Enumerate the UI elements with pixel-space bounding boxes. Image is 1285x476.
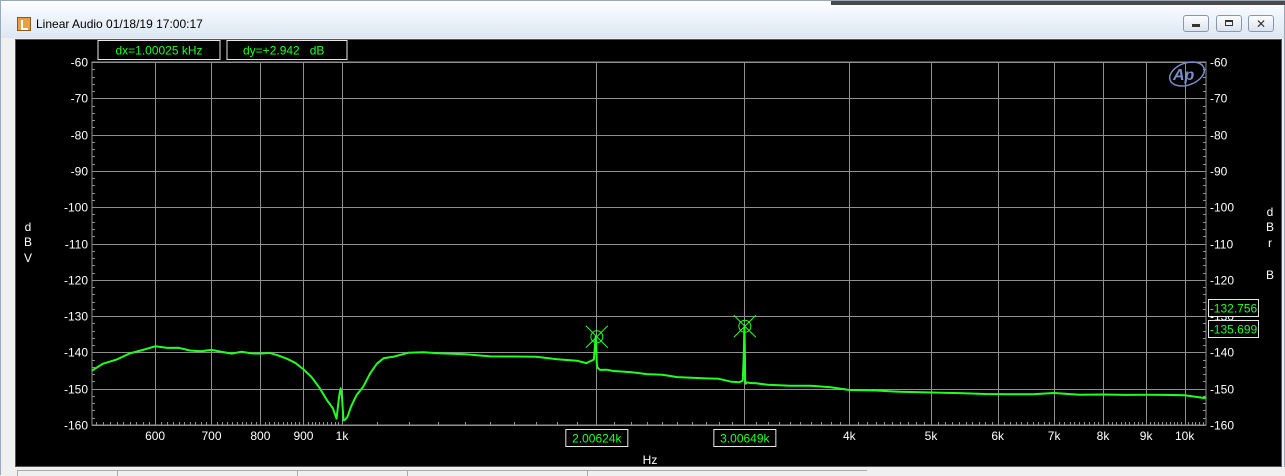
- x-axis-ticks: 600 700 800 900 1k 4k 5k 6k 7k 8k 9k 10k: [145, 429, 1195, 443]
- y-tick-label-left: -60: [71, 56, 89, 70]
- minimize-icon: [1192, 24, 1200, 27]
- y-tick-label-left: -70: [71, 92, 89, 106]
- y-tick-label-left: -160: [64, 419, 88, 433]
- fft-chart[interactable]: -60 -70 -80 -90 -100 -110 -120 -130 -140 -150 -160…: [16, 40, 1281, 467]
- x-tick-label: 6k: [991, 429, 1005, 443]
- x-tick-label: 10k: [1175, 429, 1195, 443]
- y-tick-label-left: -80: [71, 129, 89, 143]
- app-window: Linear Audio 01/18/19 17:00:17 ✕ -60 -70-…: [0, 0, 1285, 476]
- y-tick-label-left: -120: [64, 274, 88, 288]
- ap-logo-text: Ap: [1172, 67, 1195, 84]
- background-window-strip: [831, 1, 1285, 5]
- x-tick-label: 8k: [1097, 429, 1111, 443]
- y-tick-label-right: -100: [1210, 201, 1234, 215]
- y-tick-label-left: -110: [65, 238, 88, 252]
- status-segment: [407, 470, 587, 476]
- window-title: Linear Audio 01/18/19 17:00:17: [36, 17, 203, 31]
- plot-area[interactable]: -60 -70 -80 -90 -100 -110 -120 -130 -140 -150 -160…: [15, 39, 1282, 467]
- x-tick-label: 600: [145, 429, 165, 443]
- x-tick-label: 7k: [1048, 429, 1062, 443]
- x-tick-label: 700: [201, 429, 221, 443]
- y-tick-label-left: -150: [64, 383, 88, 397]
- right-readout-1: -132.756: [1208, 299, 1259, 317]
- right-readout-1-text: -132.756: [1210, 302, 1258, 316]
- status-segment: [297, 470, 407, 476]
- y-label-right-b2: B: [1266, 268, 1274, 282]
- y-axis-right-ticks: -60-70-80-90-100-110-120-130-140-150-160: [1210, 56, 1234, 433]
- y-tick-label-right: -60: [1210, 56, 1228, 70]
- x-tick-label: 800: [250, 429, 270, 443]
- y-tick-label-right: -140: [1210, 346, 1234, 360]
- y-tick-label-left: -140: [64, 346, 88, 360]
- y-tick-label-left: -130: [64, 310, 88, 324]
- y-tick-label-right: -160: [1210, 419, 1234, 433]
- x-axis-label: Hz: [643, 453, 658, 466]
- status-segment: [587, 470, 867, 476]
- status-segment: [17, 470, 117, 476]
- y-tick-label-right: -120: [1210, 274, 1234, 288]
- y-label-right-r: r: [1268, 236, 1272, 250]
- dx-readout: dx=1.00025 kHz: [97, 40, 221, 60]
- cursor-frequency-label: 3.00649k: [720, 432, 770, 446]
- title-bar[interactable]: Linear Audio 01/18/19 17:00:17 ✕: [1, 1, 1285, 38]
- y-tick-label-right: -70: [1210, 92, 1228, 106]
- maximize-button[interactable]: [1216, 15, 1242, 32]
- x-tick-label: 9k: [1140, 429, 1154, 443]
- close-button[interactable]: ✕: [1248, 15, 1274, 32]
- y-tick-label-right: -80: [1210, 129, 1228, 143]
- x-tick-label: 900: [293, 429, 313, 443]
- minimize-button[interactable]: [1183, 15, 1209, 32]
- x-tick-label: 4k: [843, 429, 857, 443]
- app-icon: [17, 17, 31, 31]
- y-tick-label-right: -150: [1210, 383, 1234, 397]
- y-label-right-b1: B: [1266, 220, 1274, 234]
- plot-frame: [91, 61, 1207, 426]
- right-readout-2: -135.699: [1208, 320, 1259, 338]
- y-tick-label-left: -90: [71, 165, 89, 179]
- x-tick-label: 1k: [336, 429, 350, 443]
- cursor-frequency-label: 2.00624k: [572, 432, 622, 446]
- dx-readout-text: dx=1.00025 kHz: [115, 44, 202, 58]
- dy-readout: dy=+2.942 dB: [226, 40, 348, 60]
- y-tick-label-right: -90: [1210, 165, 1228, 179]
- dy-readout-text: dy=+2.942 dB: [243, 44, 324, 58]
- y-label-left-b: B: [24, 235, 32, 249]
- trace-line: [91, 326, 1207, 422]
- status-segment: [117, 470, 297, 476]
- trace-layer: [91, 326, 1207, 422]
- y-tick-label-right: -110: [1210, 238, 1233, 252]
- y-label-left-v: V: [24, 251, 32, 265]
- chart-grid: [91, 61, 1207, 426]
- y-label-right-d: d: [1267, 205, 1274, 219]
- maximize-icon: [1225, 20, 1233, 26]
- right-readout-2-text: -135.699: [1210, 323, 1258, 337]
- y-axis-left-ticks: -60 -70 -80 -90 -100 -110 -120 -130 -140 -150 -160: [64, 56, 88, 433]
- x-tick-label: 5k: [925, 429, 939, 443]
- y-tick-label-left: -100: [64, 201, 88, 215]
- y-label-left-d: d: [25, 220, 32, 234]
- close-icon: ✕: [1256, 17, 1267, 31]
